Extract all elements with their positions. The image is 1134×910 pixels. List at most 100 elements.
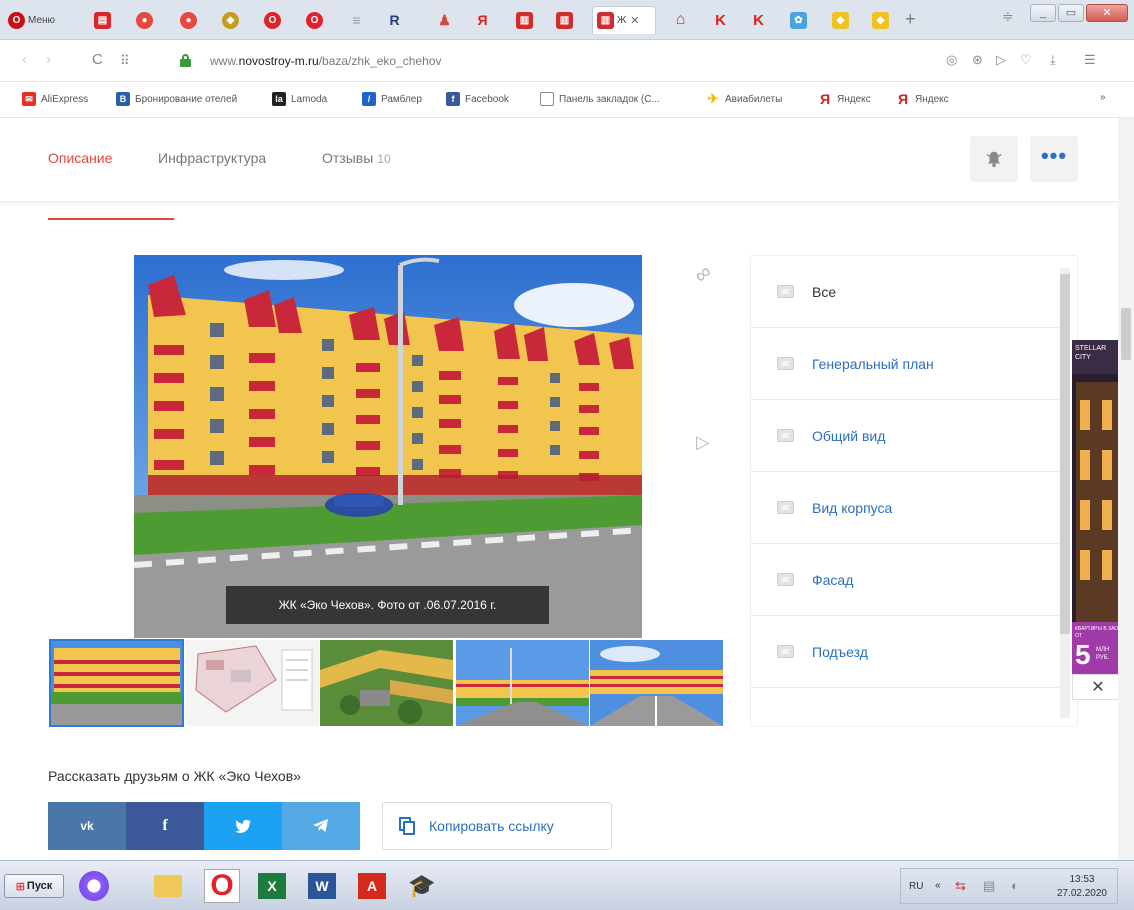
bookmarks-more-button[interactable]: » (1100, 92, 1106, 103)
bookmark-facebook[interactable]: f Facebook (446, 92, 509, 106)
bookmark-rambler[interactable]: / Рамблер (362, 92, 422, 106)
thumbnail-2[interactable] (186, 640, 319, 726)
tab-rutube[interactable]: R (382, 6, 407, 34)
reload-icon[interactable]: C (92, 51, 103, 68)
tab-menu-icon[interactable]: ≑ (1002, 8, 1014, 25)
tab-yellow[interactable]: ◆ (218, 6, 243, 34)
bookmark-folder[interactable]: Панель закладок (С... (540, 92, 660, 106)
bookmark-booking[interactable]: B Бронирование отелей (116, 92, 237, 106)
page-scrollbar[interactable] (1118, 118, 1134, 860)
tab-colorful[interactable]: ✿ (786, 6, 811, 34)
tab-close-icon[interactable]: ✕ (630, 14, 639, 27)
thumbnail-building-image (50, 640, 183, 726)
thumbnail-4[interactable] (456, 640, 589, 726)
subscribe-button[interactable] (970, 136, 1018, 182)
tab-pdf[interactable]: ▤ (90, 6, 115, 34)
camera-icon[interactable]: ◎ (946, 52, 957, 68)
page-scroll-thumb[interactable] (1121, 308, 1131, 360)
main-photo[interactable] (134, 255, 642, 638)
easy-setup-icon[interactable]: ☰ (1084, 52, 1096, 68)
link-icon[interactable]: ∞ (688, 259, 717, 289)
wifi-icon[interactable]: ▤ (983, 878, 995, 894)
tab-red-2[interactable]: ● (176, 6, 201, 34)
facebook-icon: f (162, 817, 168, 834)
adblock-icon[interactable]: ⊛ (972, 52, 983, 68)
tab-book-2[interactable]: ▥ (552, 6, 577, 34)
taskbar-opera[interactable]: O (204, 869, 240, 903)
bookmark-lamoda[interactable]: la Lamoda (272, 92, 327, 106)
bookmark-yandex-2[interactable]: Я Яндекс (896, 91, 949, 107)
share-facebook-button[interactable]: f (126, 802, 204, 850)
tab-k-2[interactable]: K (746, 6, 771, 34)
category-scroll-thumb[interactable] (1060, 274, 1070, 634)
opera-menu-button[interactable]: O Меню (4, 6, 59, 34)
network-icon[interactable]: ⇆ (955, 878, 966, 894)
aliexpress-icon: ✉ (22, 92, 36, 106)
flow-icon[interactable]: ▷ (996, 52, 1006, 68)
start-button[interactable]: ⊞ Пуск (4, 874, 64, 898)
tab-book-1[interactable]: ▥ (512, 6, 537, 34)
download-icon[interactable]: ⤓ (1050, 52, 1056, 68)
taskbar-explorer[interactable] (150, 869, 186, 903)
more-options-button[interactable]: ••• (1030, 136, 1078, 182)
slideshow-play-icon[interactable]: ▷ (696, 432, 710, 453)
booking-icon: B (116, 92, 130, 106)
tab-k-1[interactable]: K (708, 6, 733, 34)
copy-link-button[interactable]: Копировать ссылку (382, 802, 612, 850)
category-label: Вид корпуса (812, 499, 893, 516)
taskbar-word[interactable]: W (304, 869, 340, 903)
alice-button[interactable] (76, 869, 112, 903)
active-tab-underline (48, 218, 174, 220)
taskbar-excel[interactable]: X (254, 869, 290, 903)
back-icon[interactable]: ‹ (22, 51, 27, 68)
tab-menu[interactable]: ≡ (344, 6, 369, 34)
language-indicator[interactable]: RU (909, 881, 923, 892)
tab-house[interactable]: ⌂ (668, 6, 693, 34)
url-field[interactable]: www.novostroy-m.ru/baza/zhk_eko_chehov (210, 54, 441, 68)
tab-opera-2[interactable]: O (302, 6, 327, 34)
tab-reviews[interactable]: Отзывы 10 (322, 150, 391, 166)
tab-yellow-3[interactable]: ◆ (868, 6, 893, 34)
category-general-view[interactable]: Общий вид (751, 400, 1061, 472)
tab-active-zhk[interactable]: ▥ Ж ✕ (592, 6, 656, 34)
tab-red-1[interactable]: ● (132, 6, 157, 34)
speed-dial-icon[interactable]: ⠿ (120, 53, 130, 69)
bookmark-aviabilety[interactable]: ✈ Авиабилеты (706, 91, 783, 106)
new-tab-icon[interactable]: + (905, 9, 916, 30)
tab-figure[interactable]: ♟ (432, 6, 457, 34)
category-master-plan[interactable]: Генеральный план (751, 328, 1061, 400)
share-telegram-button[interactable] (282, 802, 360, 850)
tab-infrastructure[interactable]: Инфраструктура (158, 150, 266, 166)
tab-opera-1[interactable]: O (260, 6, 285, 34)
tab-description[interactable]: Описание (48, 150, 112, 166)
category-entrance[interactable]: Подъезд (751, 616, 1061, 688)
tray-arrow-icon[interactable]: « (935, 880, 941, 891)
system-tray: RU « ⇆ ▤ ◐ 13:53 27.02.2020 (900, 868, 1118, 904)
side-advertisement[interactable]: STELLAR CITY КВАРТИРЫ В ЗАО ОТ 5 МЛН РУБ… (1072, 340, 1124, 700)
volume-icon[interactable]: ◐ (1011, 878, 1019, 893)
thumbnail-3[interactable] (320, 640, 453, 726)
window-close-button[interactable]: ✕ (1086, 4, 1128, 22)
taskbar-acrobat[interactable]: A (354, 869, 390, 903)
heart-icon[interactable]: ♡ (1020, 52, 1032, 68)
rambler-icon: / (362, 92, 376, 106)
thumbnail-1[interactable] (49, 639, 184, 727)
ad-close-button[interactable]: ✕ (1072, 674, 1124, 700)
category-building-view[interactable]: Вид корпуса (751, 472, 1061, 544)
share-twitter-button[interactable] (204, 802, 282, 850)
share-vk-button[interactable]: vk (48, 802, 126, 850)
category-all[interactable]: Все (751, 256, 1061, 328)
clock[interactable]: 13:53 27.02.2020 (1057, 873, 1107, 901)
bookmark-yandex-1[interactable]: Я Яндекс (818, 91, 871, 107)
forward-icon[interactable]: › (46, 51, 51, 68)
minimize-button[interactable]: _ (1030, 4, 1056, 22)
category-facade[interactable]: Фасад (751, 544, 1061, 616)
thumbnail-5[interactable] (590, 640, 723, 726)
k-icon: K (753, 11, 764, 29)
taskbar-app[interactable]: 🎓 (404, 869, 440, 903)
tab-yandex[interactable]: Я (470, 6, 495, 34)
bookmark-aliexpress[interactable]: ✉ AliExpress (22, 92, 88, 106)
maximize-button[interactable]: ▭ (1058, 4, 1084, 22)
category-scrollbar[interactable] (1060, 268, 1070, 718)
tab-yellow-2[interactable]: ◆ (828, 6, 853, 34)
